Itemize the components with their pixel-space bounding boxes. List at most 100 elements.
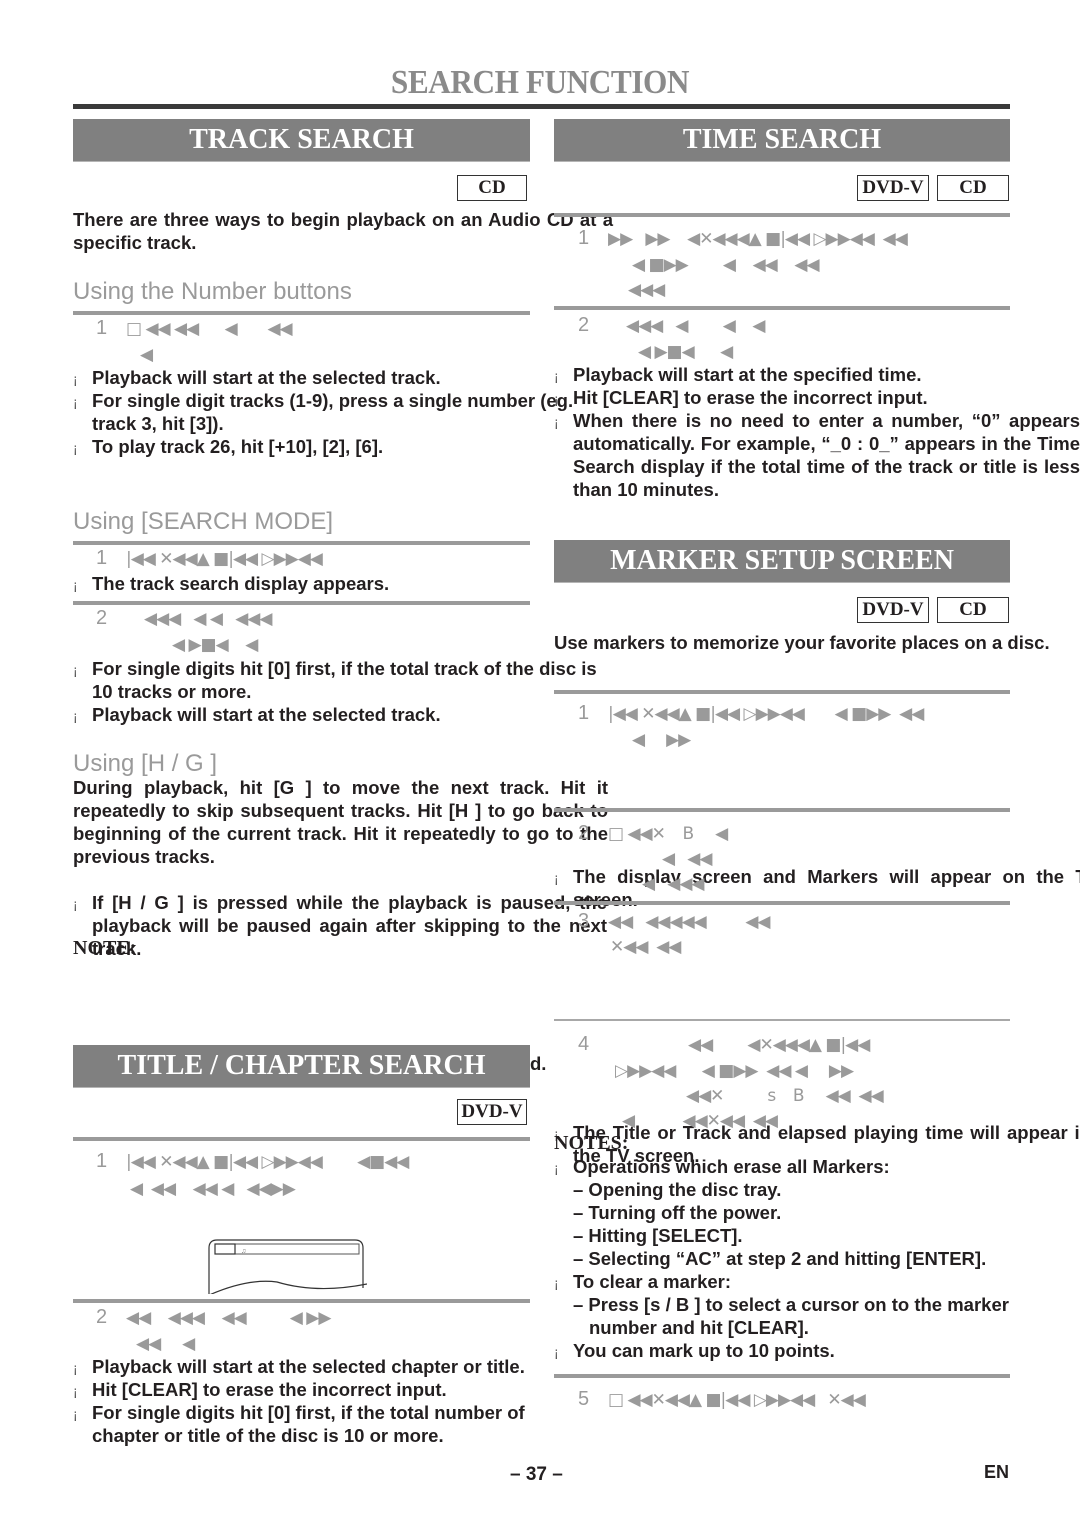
step-instruction-glyphs: ◀◀◀ ◀ ◀ ◀◀◀ <box>144 609 272 629</box>
step-instruction-glyphs: ◀ ■▶▶ ◀ ◀◀ ◀◀ <box>632 255 820 275</box>
step-instruction-glyphs: ◀◀ ◀ <box>136 1334 195 1354</box>
marker-step-5: 5 □ ◀◀✕◀◀▲ ■|◀◀ ▷▶▶◀◀ ✕◀◀ <box>578 1388 866 1413</box>
section-rule <box>73 1299 530 1303</box>
time-search-banner: TIME SEARCH <box>554 119 1010 162</box>
bullet-item: Hit [CLEAR] to erase the incorrect input… <box>73 1378 593 1403</box>
title-chapter-step-2: 2 ◀◀ ◀◀◀ ◀◀ ◀ ▶▶ <box>96 1306 331 1331</box>
marker-step-2: 2 □ ◀◀✕ B ◀ <box>578 822 728 847</box>
bullet-item: To clear a marker: <box>554 1270 1080 1295</box>
step-instruction-glyphs: ◀◀✕ s B ◀◀ ◀◀ <box>686 1086 884 1106</box>
search-mode-step-2: 2 ◀◀◀ ◀ ◀ ◀◀◀ <box>96 607 272 632</box>
dvd-v-badge: DVD-V <box>857 175 929 201</box>
search-mode-step-1: 1 |◀◀ ✕◀◀▲ ■|◀◀ ▷▶▶◀◀ <box>96 547 323 572</box>
section-rule <box>554 1374 1010 1378</box>
step-instruction-glyphs: ▶▶ ▶▶ ◀✕◀◀◀▲ ■|◀◀ ▷▶▶◀◀ ◀◀ <box>608 229 908 249</box>
section-rule <box>554 690 1010 694</box>
note-sub-item: – Selecting “AC” at step 2 and hitting [… <box>573 1248 987 1269</box>
time-search-step-1: 1 ▶▶ ▶▶ ◀✕◀◀◀▲ ■|◀◀ ▷▶▶◀◀ ◀◀ <box>578 227 908 252</box>
bullet-item: Playback will start at the selected chap… <box>73 1355 593 1380</box>
bullet-item: Playback will start at the selected trac… <box>73 366 613 391</box>
bullet-item: If [H / G ] is pressed while the playbac… <box>73 891 607 960</box>
step-instruction-glyphs: □ ◀◀✕ B ◀ <box>608 824 728 844</box>
note-sub-item: number and hit [CLEAR]. <box>589 1317 809 1338</box>
page-title: SEARCH FUNCTION <box>390 64 690 101</box>
track-search-banner: TRACK SEARCH <box>73 119 530 162</box>
section-rule <box>554 901 1010 905</box>
section-rule <box>554 1019 1010 1021</box>
bullet-item: When there is no need to enter a number,… <box>554 409 1080 501</box>
title-chapter-bullets: Playback will start at the selected chap… <box>73 1355 593 1447</box>
search-mode-bullets: For single digits hit [0] first, if the … <box>73 657 613 728</box>
note-sub-item: – Hitting [SELECT]. <box>573 1225 743 1246</box>
section-rule <box>73 311 530 315</box>
step-instruction-glyphs: |◀◀ ✕◀◀▲ ■|◀◀ ▷▶▶◀◀ <box>126 549 323 569</box>
dvd-v-badge: DVD-V <box>457 1099 527 1125</box>
marker-setup-banner: MARKER SETUP SCREEN <box>554 540 1010 583</box>
notes-label: NOTES: <box>554 1132 629 1154</box>
marker-notes: Operations which erase all Markers: – Op… <box>554 1155 1080 1364</box>
section-rule <box>554 808 1010 812</box>
bullet-item: For single digits hit [0] first, if the … <box>73 1401 593 1447</box>
music-note-icon: ♫ <box>241 1248 246 1255</box>
section-rule <box>73 601 530 605</box>
marker-setup-intro: Use markers to memorize your favorite pl… <box>554 632 1050 653</box>
section-rule <box>73 541 530 545</box>
step-number: 1 <box>96 1150 108 1172</box>
step-instruction-glyphs: ▷▶▶◀◀ ◀ ■▶▶ ◀◀ ◀ ▶▶ <box>615 1061 854 1081</box>
cd-badge: CD <box>937 597 1009 623</box>
step-instruction-glyphs: ◀◀ ◀◀◀ ◀◀ ◀ ▶▶ <box>126 1308 331 1328</box>
marker-step-4: 4 ◀◀ ◀✕◀◀◀▲ ■|◀◀ <box>578 1033 870 1058</box>
cd-badge: CD <box>457 175 527 201</box>
search-mode-heading: Using [SEARCH MODE] <box>73 508 334 535</box>
step-instruction-glyphs: ◀ ◀◀ <box>662 849 712 869</box>
skip-heading: Using [H / G ] <box>73 750 218 777</box>
number-buttons-bullets: Playback will start at the selected trac… <box>73 366 613 460</box>
bullet-item: Hit [CLEAR] to erase the incorrect input… <box>554 386 1080 411</box>
note-label: NOTE: <box>73 937 137 959</box>
step-number: 3 <box>578 910 590 932</box>
step-instruction-glyphs: ◀ <box>140 345 153 365</box>
step-instruction-glyphs: ◀ ▶▶ <box>632 730 691 750</box>
marker-step-3: 3 ◀◀ ◀◀◀◀◀ ◀◀ <box>578 910 771 935</box>
title-chapter-search-banner: TITLE / CHAPTER SEARCH <box>73 1045 530 1088</box>
tv-screen-illustration: ♫ <box>208 1239 367 1294</box>
bullet-item: The track search display appears. <box>73 572 612 597</box>
bullet-item: Playback will start at the specified tim… <box>554 363 1080 388</box>
note-sub-item: – Turning off the power. <box>573 1202 782 1223</box>
step-instruction-glyphs: ◀ ◀◀✕◀◀ ◀◀ <box>622 1111 778 1131</box>
step-instruction-glyphs: ◀◀ ◀◀◀◀◀ ◀◀ <box>608 912 771 932</box>
step-instruction-glyphs: ◀ ◀◀◀ <box>642 874 705 894</box>
step-number: 5 <box>578 1388 590 1410</box>
bullet-item: Operations which erase all Markers: <box>554 1155 1080 1180</box>
page-number: – 37 – <box>510 1464 563 1485</box>
marker-step-1: 1 |◀◀ ✕◀◀▲ ■|◀◀ ▷▶▶◀◀ ◀ ■▶▶ ◀◀ <box>578 702 924 727</box>
skip-paragraph: During playback, hit [G ] to move the ne… <box>73 777 608 867</box>
language-code: EN <box>984 1462 1010 1482</box>
step-instruction-glyphs: |◀◀ ✕◀◀▲ ■|◀◀ ▷▶▶◀◀ ◀■◀◀ <box>126 1152 409 1172</box>
step-instruction-glyphs: □ ◀◀ ◀◀ ◀ ◀◀ <box>126 319 293 339</box>
step-instruction-glyphs: |◀◀ ✕◀◀▲ ■|◀◀ ▷▶▶◀◀ ◀ ■▶▶ ◀◀ <box>608 704 924 724</box>
step-number: 2 <box>578 822 590 844</box>
number-buttons-step-1: 1 □ ◀◀ ◀◀ ◀ ◀◀ <box>96 317 293 342</box>
section-rule <box>554 306 1010 310</box>
bullet-item: Playback will start at the selected trac… <box>73 703 613 728</box>
step-number: 1 <box>578 702 590 724</box>
note-sub-item: – Opening the disc tray. <box>573 1179 782 1200</box>
bullet-item: To play track 26, hit [+10], [2], [6]. <box>73 435 613 460</box>
dvd-v-badge: DVD-V <box>857 597 929 623</box>
step-instruction-glyphs: □ ◀◀✕◀◀▲ ■|◀◀ ▷▶▶◀◀ ✕◀◀ <box>608 1390 866 1410</box>
step-number: 2 <box>96 1306 108 1328</box>
step-number: 2 <box>96 607 108 629</box>
cd-badge: CD <box>937 175 1009 201</box>
title-chapter-step-1: 1 |◀◀ ✕◀◀▲ ■|◀◀ ▷▶▶◀◀ ◀■◀◀ <box>96 1150 409 1175</box>
step-instruction-glyphs: ◀ ▶■◀ ◀ <box>172 635 258 655</box>
bullet-item: For single digits hit [0] first, if the … <box>73 657 613 703</box>
step-instruction-glyphs: ◀ ◀◀ ◀◀ ◀ ◀◀▶▶ <box>130 1179 296 1199</box>
title-rule <box>73 104 1010 109</box>
step-number: 1 <box>96 317 108 339</box>
time-search-bullets: Playback will start at the specified tim… <box>554 363 1080 501</box>
step-instruction-glyphs: ◀◀◀ <box>628 280 665 300</box>
track-search-intro: There are three ways to begin playback o… <box>73 209 613 253</box>
time-search-step-2: 2 ◀◀◀ ◀ ◀ ◀ <box>578 314 765 339</box>
note-sub-item: – Press [s / B ] to select a cursor on t… <box>573 1294 1009 1315</box>
